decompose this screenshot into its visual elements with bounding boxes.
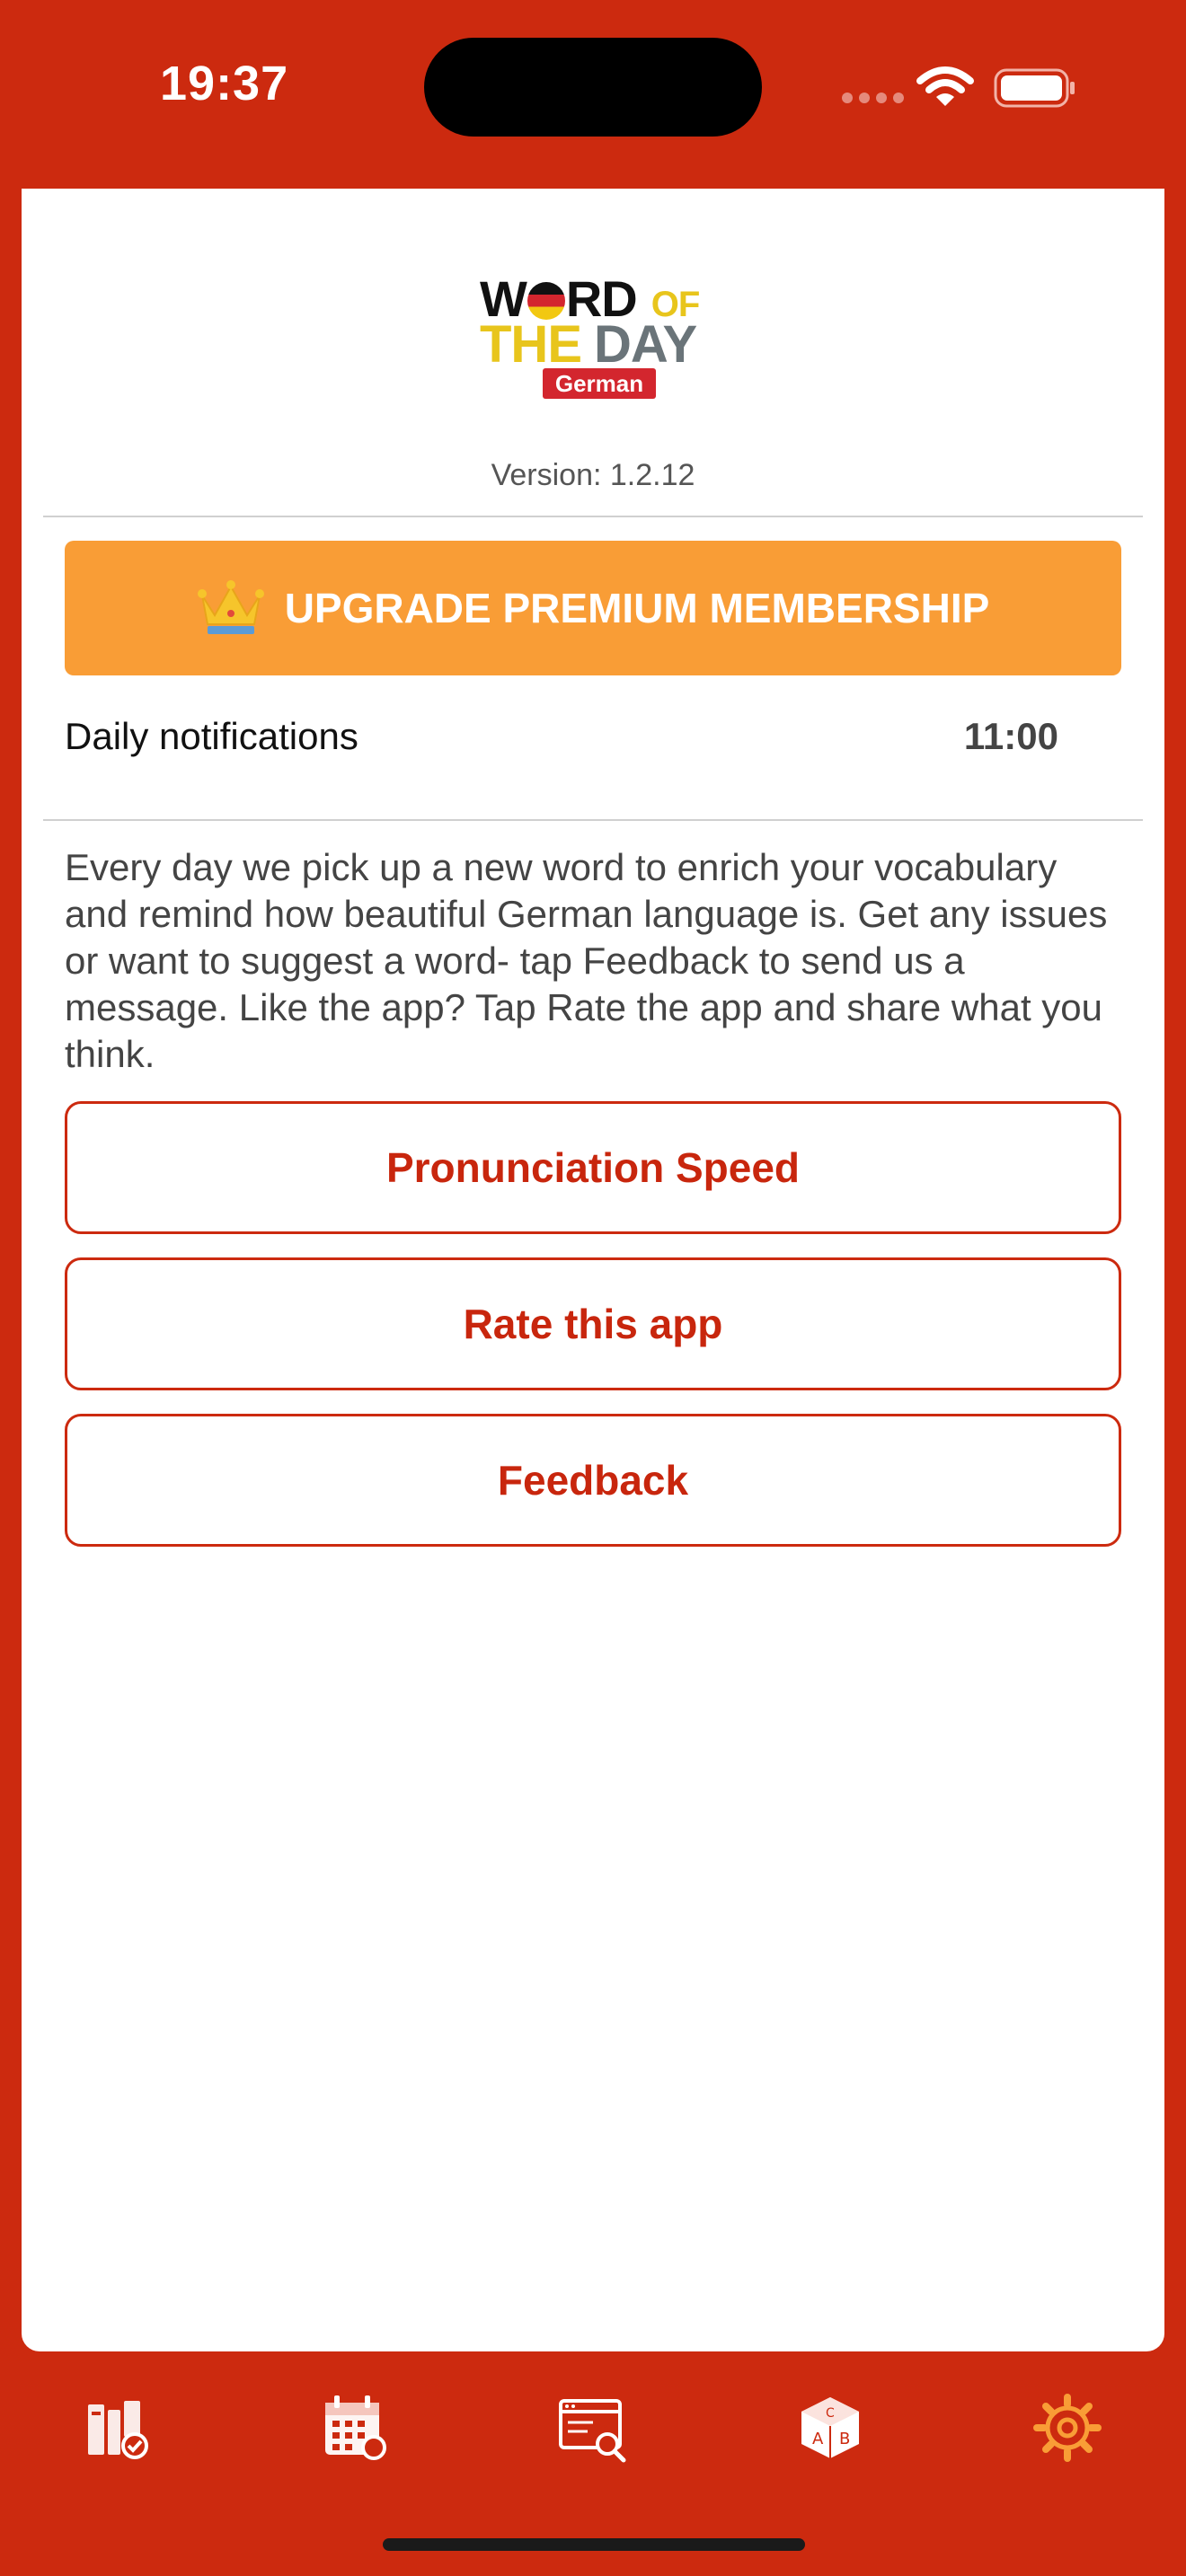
- status-bar: 19:37: [0, 0, 1186, 180]
- daily-notifications-label: Daily notifications: [65, 715, 358, 757]
- home-indicator: [383, 2538, 805, 2551]
- upgrade-premium-label: UPGRADE PREMIUM MEMBERSHIP: [284, 585, 990, 631]
- browser-search-icon: [559, 2399, 626, 2463]
- tab-letters[interactable]: A B C: [785, 2383, 875, 2473]
- crown-icon: [197, 579, 265, 637]
- dynamic-island: [424, 38, 762, 137]
- tab-library[interactable]: [74, 2383, 164, 2473]
- divider: [43, 516, 1143, 517]
- language-badge: German: [543, 368, 656, 399]
- feedback-button[interactable]: Feedback: [65, 1414, 1121, 1547]
- svg-text:C: C: [826, 2406, 835, 2421]
- wifi-icon: [916, 66, 974, 106]
- app-logo: W RD OF THE DAY German: [480, 270, 700, 399]
- settings-screen: 19:37 W RD OF THE DAY German Version: 1.…: [0, 0, 1186, 2576]
- cellular-signal-icon: [842, 93, 904, 103]
- pronunciation-speed-button[interactable]: Pronunciation Speed: [65, 1101, 1121, 1234]
- rate-app-button[interactable]: Rate this app: [65, 1257, 1121, 1390]
- calendar-icon: [325, 2395, 386, 2460]
- svg-text:B: B: [839, 2430, 850, 2448]
- settings-content: W RD OF THE DAY German Version: 1.2.12 UPG: [22, 189, 1164, 2351]
- upgrade-premium-button[interactable]: UPGRADE PREMIUM MEMBERSHIP: [65, 541, 1121, 675]
- notification-time-picker[interactable]: 11:00: [964, 715, 1058, 758]
- tab-calendar[interactable]: [311, 2383, 401, 2473]
- tab-browse[interactable]: [548, 2383, 638, 2473]
- letter-cube-icon: A B C: [801, 2397, 859, 2458]
- app-version: Version: 1.2.12: [491, 458, 695, 492]
- app-description: Every day we pick up a new word to enric…: [65, 846, 1108, 1075]
- svg-text:A: A: [812, 2430, 824, 2448]
- library-check-icon: [88, 2401, 148, 2459]
- settings-gear-icon: [1033, 2394, 1102, 2462]
- divider: [43, 819, 1143, 821]
- tab-settings[interactable]: [1022, 2383, 1112, 2473]
- battery-icon: [994, 68, 1075, 108]
- status-time: 19:37: [160, 57, 289, 110]
